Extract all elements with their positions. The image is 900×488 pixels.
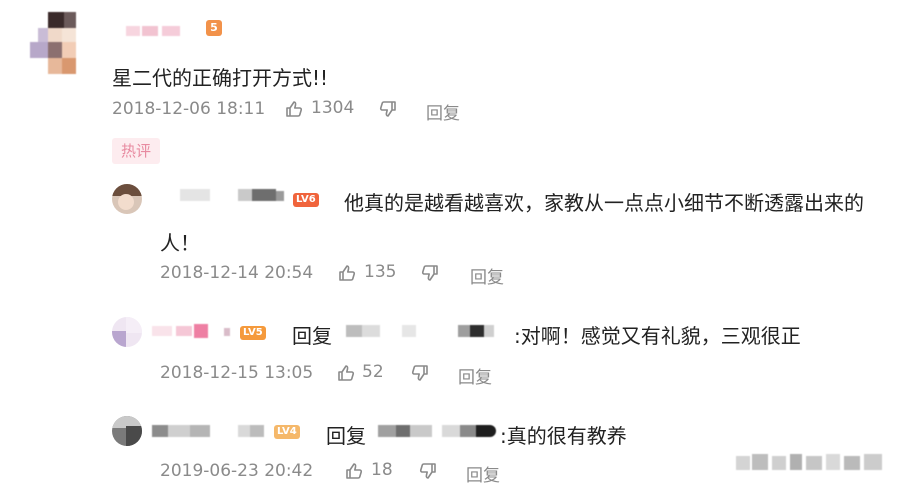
reply-time: 2018-12-14 20:54 <box>160 263 314 283</box>
thumbs-down-icon[interactable] <box>378 99 398 119</box>
comment-text: 星二代的正确打开方式!! <box>112 66 329 90</box>
comment-time: 2018-12-06 18:11 <box>112 99 266 119</box>
level-badge: 5 <box>206 20 222 36</box>
hot-comment-tag: 热评 <box>112 138 160 164</box>
like-count: 52 <box>362 362 384 382</box>
reply-target-username[interactable] <box>346 322 498 340</box>
thumbs-up-icon <box>337 263 357 283</box>
thumbs-down-icon[interactable] <box>410 363 430 383</box>
reply-button[interactable]: 回复 <box>466 461 500 486</box>
like-count: 1304 <box>311 98 355 118</box>
username[interactable] <box>152 322 237 340</box>
username[interactable] <box>180 187 290 205</box>
like-button[interactable]: 135 <box>337 262 397 284</box>
watermark <box>736 452 886 474</box>
thumbs-down-icon[interactable] <box>418 461 438 481</box>
avatar[interactable] <box>30 12 78 80</box>
thumbs-up-icon <box>344 461 364 481</box>
reply-text: :对啊！感觉又有礼貌，三观很正 <box>514 324 801 348</box>
username[interactable] <box>126 24 190 38</box>
level-badge: LV5 <box>240 326 266 340</box>
reply-time: 2018-12-15 13:05 <box>160 363 314 383</box>
level-badge: LV6 <box>293 193 319 207</box>
reply-text: 他真的是越看越喜欢，家教从一点点小细节不断透露出来的 <box>344 191 864 215</box>
level-badge: LV4 <box>274 425 300 439</box>
like-count: 135 <box>364 262 397 282</box>
thumbs-down-icon[interactable] <box>420 263 440 283</box>
reply-target-username[interactable] <box>378 422 500 440</box>
reply-button[interactable]: 回复 <box>470 263 504 288</box>
like-button[interactable]: 1304 <box>284 98 359 120</box>
reply-button[interactable]: 回复 <box>426 99 460 124</box>
reply-text-continued: 人！ <box>160 231 200 255</box>
like-button[interactable]: 18 <box>344 460 394 482</box>
thumbs-up-icon <box>284 99 304 119</box>
reply-text: :真的很有教养 <box>500 424 627 448</box>
avatar[interactable] <box>112 416 142 446</box>
avatar[interactable] <box>112 317 142 347</box>
like-count: 18 <box>371 460 393 480</box>
username[interactable] <box>152 422 272 440</box>
reply-prefix: 回复 <box>292 324 332 348</box>
like-button[interactable]: 52 <box>336 362 386 384</box>
thumbs-up-icon <box>336 363 356 383</box>
reply-time: 2019-06-23 20:42 <box>160 461 314 481</box>
reply-button[interactable]: 回复 <box>458 363 492 388</box>
avatar[interactable] <box>112 184 142 214</box>
reply-prefix: 回复 <box>326 424 366 448</box>
